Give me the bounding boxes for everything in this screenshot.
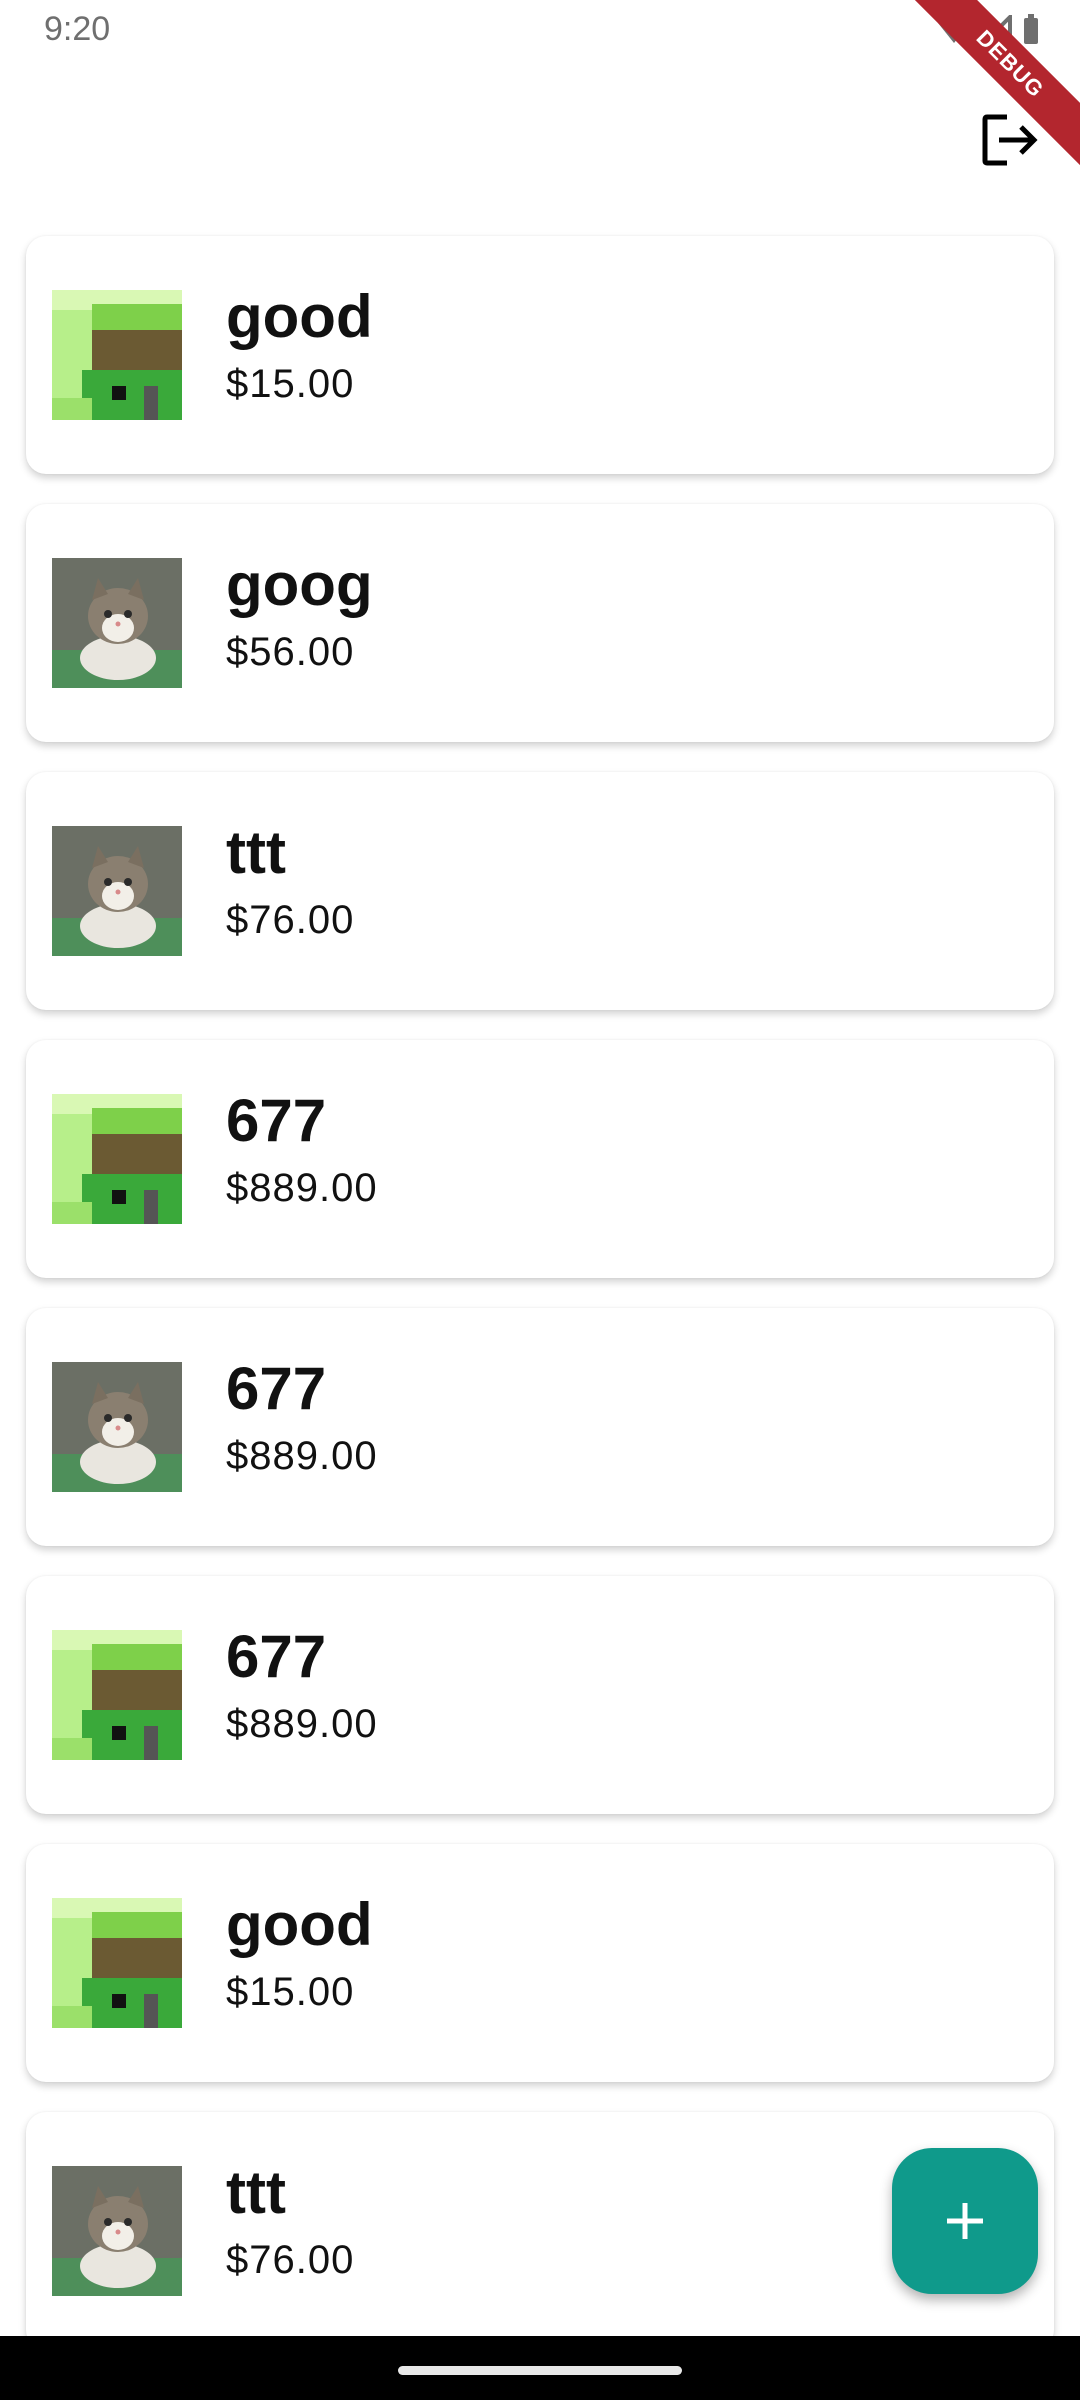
plus-icon xyxy=(947,2203,983,2239)
product-price: $76.00 xyxy=(226,898,355,942)
add-product-button[interactable] xyxy=(892,2148,1038,2294)
pixel-art-image xyxy=(52,1094,182,1224)
logout-icon xyxy=(982,114,1038,166)
product-card[interactable]: good $15.00 xyxy=(26,236,1054,474)
product-price: $889.00 xyxy=(226,1434,378,1478)
logout-button[interactable] xyxy=(970,100,1050,180)
cat-photo xyxy=(52,1362,182,1492)
product-price: $76.00 xyxy=(226,2238,355,2282)
product-name: 677 xyxy=(226,1623,327,1690)
status-bar: 9:20 xyxy=(0,0,1080,60)
product-name: goog xyxy=(226,551,373,618)
pixel-art-image xyxy=(52,1898,182,2028)
product-card[interactable]: 677 $889.00 xyxy=(26,1576,1054,1814)
product-price: $15.00 xyxy=(226,1970,355,2014)
cat-photo xyxy=(52,826,182,956)
cat-photo xyxy=(52,558,182,688)
product-card[interactable]: goog $56.00 xyxy=(26,504,1054,742)
product-name: 677 xyxy=(226,1355,327,1422)
product-card[interactable]: 677 $889.00 xyxy=(26,1308,1054,1546)
battery-icon xyxy=(1024,14,1038,44)
product-price: $889.00 xyxy=(226,1166,378,1210)
product-price: $15.00 xyxy=(226,362,355,406)
status-time: 9:20 xyxy=(44,10,111,48)
product-name: ttt xyxy=(226,819,286,886)
product-name: 677 xyxy=(226,1087,327,1154)
product-card[interactable]: 677 $889.00 xyxy=(26,1040,1054,1278)
product-price: $56.00 xyxy=(226,630,355,674)
cat-photo xyxy=(52,2166,182,2296)
product-name: ttt xyxy=(226,2159,286,2226)
product-card[interactable]: ttt $76.00 xyxy=(26,772,1054,1010)
product-list: good $15.00 goog $56.00 ttt $76.00 677 $… xyxy=(26,236,1054,2380)
app-bar xyxy=(0,60,1080,210)
product-card[interactable]: good $15.00 xyxy=(26,1844,1054,2082)
pixel-art-image xyxy=(52,290,182,420)
product-price: $889.00 xyxy=(226,1702,378,1746)
product-name: good xyxy=(226,283,373,350)
product-name: good xyxy=(226,1891,373,1958)
home-indicator[interactable] xyxy=(398,2366,682,2375)
pixel-art-image xyxy=(52,1630,182,1760)
